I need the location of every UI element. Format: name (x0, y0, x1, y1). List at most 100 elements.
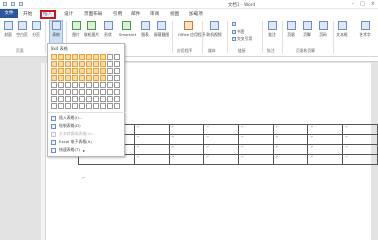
grid-cell[interactable] (114, 82, 120, 88)
grid-cell[interactable] (93, 75, 99, 81)
screenshot-button[interactable]: 屏幕截图 (154, 21, 169, 38)
table-cell[interactable]: ↵ (272, 124, 309, 135)
grid-cell[interactable] (114, 75, 120, 81)
quick-tables-item[interactable]: 快速表格(T) ▸ (51, 147, 85, 153)
grid-cell[interactable] (86, 103, 92, 109)
grid-cell[interactable] (51, 89, 57, 95)
grid-cell[interactable] (65, 61, 71, 67)
maximize-icon[interactable]: □ (360, 1, 365, 7)
bookmark-item[interactable]: 书签 (232, 29, 245, 35)
page-number-button[interactable]: 页码 (316, 21, 330, 38)
tab-page-layout[interactable]: 页面布局 (84, 11, 102, 17)
table-cell[interactable]: ↵ (307, 144, 344, 155)
table-size-grid[interactable] (51, 54, 120, 109)
grid-cell[interactable] (100, 89, 106, 95)
footer-button[interactable]: 页脚 (300, 21, 314, 38)
table-cell[interactable]: ↵ (342, 144, 378, 155)
table-cell[interactable]: ↵ (133, 154, 170, 165)
table-cell[interactable]: ↵ (168, 134, 205, 145)
grid-cell[interactable] (51, 61, 57, 67)
grid-cell[interactable] (58, 82, 64, 88)
grid-cell[interactable] (51, 82, 57, 88)
grid-cell[interactable] (65, 75, 71, 81)
grid-cell[interactable] (72, 61, 78, 67)
grid-cell[interactable] (58, 54, 64, 60)
smartart-button[interactable]: SmartArt (119, 21, 136, 37)
grid-cell[interactable] (65, 96, 71, 102)
grid-cell[interactable] (72, 89, 78, 95)
grid-cell[interactable] (58, 75, 64, 81)
grid-cell[interactable] (72, 103, 78, 109)
grid-cell[interactable] (100, 68, 106, 74)
table-cell[interactable]: ↵ (272, 154, 309, 165)
grid-cell[interactable] (72, 54, 78, 60)
table-cell[interactable]: ↵ (203, 124, 240, 135)
table-cell[interactable]: ↵ (272, 144, 309, 155)
grid-cell[interactable] (65, 68, 71, 74)
table-cell[interactable]: ↵ (342, 124, 378, 135)
tab-review[interactable]: 审阅 (150, 11, 159, 17)
grid-cell[interactable] (107, 75, 113, 81)
grid-cell[interactable] (93, 96, 99, 102)
header-button[interactable]: 页眉 (284, 21, 298, 38)
table-cell[interactable]: ↵ (168, 154, 205, 165)
table-button[interactable]: 表格 (49, 20, 63, 44)
grid-cell[interactable] (65, 82, 71, 88)
draw-table-item[interactable]: 绘制表格(D) (51, 123, 81, 129)
grid-cell[interactable] (86, 89, 92, 95)
table-cell[interactable]: ↵ (238, 144, 274, 155)
grid-cell[interactable] (93, 54, 99, 60)
table-cell[interactable]: ↵ (307, 124, 344, 135)
picture-button[interactable]: 图片 (69, 21, 83, 38)
tab-mailings[interactable]: 邮件 (131, 11, 140, 17)
grid-cell[interactable] (100, 61, 106, 67)
grid-cell[interactable] (100, 96, 106, 102)
grid-cell[interactable] (79, 54, 85, 60)
tab-design[interactable]: 设计 (64, 11, 73, 17)
cover-button[interactable]: 封面 (1, 21, 15, 38)
grid-cell[interactable] (86, 75, 92, 81)
tab-addins[interactable]: 加载项 (189, 11, 203, 17)
table-cell[interactable]: ↵ (272, 134, 309, 145)
grid-cell[interactable] (107, 96, 113, 102)
grid-cell[interactable] (65, 89, 71, 95)
tab-view[interactable]: 视图 (170, 11, 179, 17)
undo-icon[interactable] (11, 2, 15, 6)
grid-cell[interactable] (58, 103, 64, 109)
tab-home[interactable]: 开始 (23, 11, 32, 17)
grid-cell[interactable] (114, 89, 120, 95)
grid-cell[interactable] (86, 61, 92, 67)
grid-cell[interactable] (79, 103, 85, 109)
grid-cell[interactable] (72, 82, 78, 88)
grid-cell[interactable] (79, 96, 85, 102)
grid-cell[interactable] (114, 103, 120, 109)
office-apps-button[interactable]: Office 应用程序 (178, 21, 205, 38)
cross-reference-item[interactable]: 交叉引用 (232, 36, 252, 42)
grid-cell[interactable] (58, 68, 64, 74)
page-break-button[interactable]: 分页 (29, 21, 43, 38)
table-cell[interactable]: ↵ (203, 134, 240, 145)
grid-cell[interactable] (93, 61, 99, 67)
grid-cell[interactable] (107, 103, 113, 109)
tab-references[interactable]: 引用 (113, 11, 122, 17)
grid-cell[interactable] (100, 75, 106, 81)
grid-cell[interactable] (79, 89, 85, 95)
grid-cell[interactable] (51, 96, 57, 102)
grid-cell[interactable] (114, 61, 120, 67)
grid-cell[interactable] (100, 82, 106, 88)
table-cell[interactable]: ↵ (307, 154, 344, 165)
table-cell[interactable]: ↵ (203, 144, 240, 155)
grid-cell[interactable] (72, 68, 78, 74)
grid-cell[interactable] (93, 82, 99, 88)
grid-cell[interactable] (93, 68, 99, 74)
grid-cell[interactable] (107, 54, 113, 60)
table-cell[interactable]: ↵ (133, 134, 170, 145)
grid-cell[interactable] (79, 75, 85, 81)
grid-cell[interactable] (86, 82, 92, 88)
table-cell[interactable]: ↵ (307, 134, 344, 145)
table-cell[interactable]: ↵ (203, 154, 240, 165)
grid-cell[interactable] (51, 75, 57, 81)
table-cell[interactable]: ↵ (238, 124, 274, 135)
table-cell[interactable]: ↵ (133, 144, 170, 155)
insert-table-item[interactable]: 插入表格(I)... (51, 115, 82, 121)
